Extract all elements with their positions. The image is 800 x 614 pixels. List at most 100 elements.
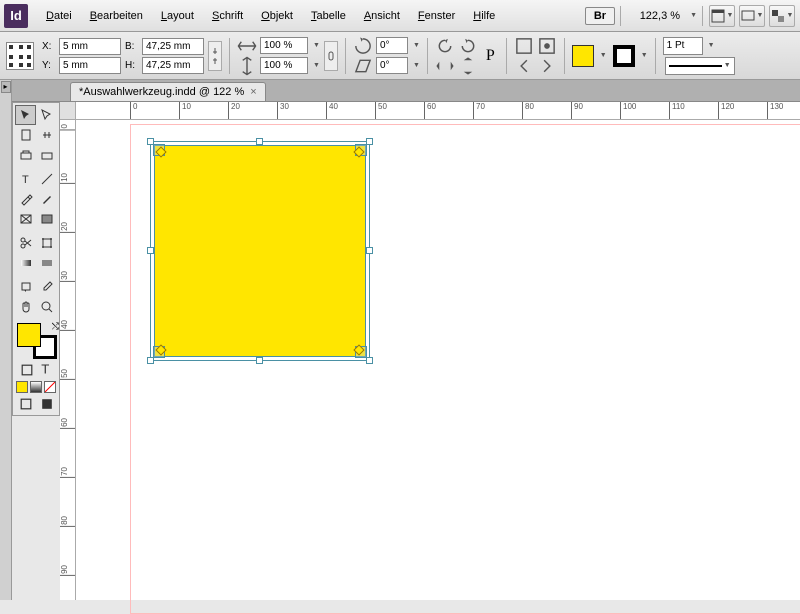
normal-view-icon[interactable] [19,397,33,411]
ruler-origin[interactable] [60,102,76,120]
shear-input[interactable] [376,57,408,74]
content-collector-tool[interactable] [15,145,36,165]
select-prev-icon[interactable] [514,57,534,75]
document-tab[interactable]: *Auswahlwerkzeug.indd @ 122 % × [70,82,266,101]
screen-mode-button[interactable]: ▼ [739,5,765,27]
scale-y-icon [237,57,257,75]
page-tool[interactable] [15,125,36,145]
zoom-dropdown-icon[interactable]: ▼ [690,12,697,19]
rect-tool[interactable] [36,209,57,229]
pen-tool[interactable] [15,189,36,209]
fill-stroke-proxy[interactable]: ⤭ [15,321,59,361]
hand-tool[interactable] [15,297,36,317]
selection-tool[interactable] [15,105,36,125]
x-label: X: [42,41,56,52]
zoom-level[interactable]: 122,3 % [626,8,686,24]
menu-tabelle[interactable]: Tabelle [303,6,354,26]
scissors-tool[interactable] [15,233,36,253]
ruler-tick: 0 [60,124,76,130]
stroke-swatch[interactable] [613,45,635,67]
gradient-swatch-tool[interactable] [15,253,36,273]
formatting-container-icon[interactable] [20,363,34,377]
gap-tool[interactable] [36,125,57,145]
menu-objekt[interactable]: Objekt [253,6,301,26]
rotate-icon [353,37,373,55]
scale-y-input[interactable] [260,57,308,74]
eyedropper-tool[interactable] [36,277,57,297]
menu-datei[interactable]: Datei [38,6,80,26]
rotate-cw-icon[interactable] [458,37,478,55]
selected-rectangle[interactable] [154,145,366,357]
svg-text:T: T [41,363,49,377]
apply-none-icon[interactable] [44,381,56,393]
fill-swatch[interactable] [572,45,594,67]
direct-selection-tool[interactable] [36,105,57,125]
expand-panels-icon[interactable]: ▸ [1,81,11,93]
menu-layout[interactable]: Layout [153,6,202,26]
line-tool[interactable] [36,169,57,189]
flip-v-icon[interactable] [458,57,478,75]
type-tool[interactable]: T [15,169,36,189]
pencil-tool[interactable] [36,189,57,209]
arrange-button[interactable]: ▼ [769,5,795,27]
shear-icon [353,57,373,75]
width-input[interactable] [142,38,204,55]
ruler-tick: 90 [60,565,76,576]
x-input[interactable] [59,38,121,55]
scale-x-input[interactable] [260,37,308,54]
ruler-tick: 10 [179,102,191,120]
select-next-icon[interactable] [537,57,557,75]
free-transform-tool[interactable] [36,233,57,253]
ruler-tick: 70 [60,467,76,478]
rotate-ccw-icon[interactable] [435,37,455,55]
y-label: Y: [42,60,56,71]
ruler-tick: 70 [473,102,485,120]
menu-hilfe[interactable]: Hilfe [465,6,503,26]
panel-dock: ▸ [0,80,12,600]
app-icon: Id [4,4,28,28]
constrain-scale-icon[interactable] [324,41,338,71]
ruler-tick: 100 [620,102,636,120]
tool-palette: T ⤭ T [12,102,60,416]
char-panel-icon[interactable]: P [486,47,495,65]
reference-point[interactable] [6,42,34,70]
stroke-dropdown-icon[interactable]: ▼ [641,52,648,59]
vertical-ruler[interactable]: 0102030405060708090 [60,120,76,600]
rotate-input[interactable] [376,37,408,54]
ruler-tick: 40 [326,102,338,120]
select-container-icon[interactable] [514,37,534,55]
bridge-button[interactable]: Br [585,7,615,25]
flip-h-icon[interactable] [435,57,455,75]
fill-dropdown-icon[interactable]: ▼ [600,52,607,59]
select-content-icon[interactable] [537,37,557,55]
horizontal-ruler[interactable]: 0102030405060708090100110120130140 [76,102,800,120]
swap-fill-stroke-icon[interactable]: ⤭ [52,321,59,332]
apply-gradient-icon[interactable] [30,381,42,393]
document-tab-bar: *Auswahlwerkzeug.indd @ 122 % × [0,80,800,102]
zoom-tool[interactable] [36,297,57,317]
content-placer-tool[interactable] [36,145,57,165]
note-tool[interactable] [15,277,36,297]
close-tab-icon[interactable]: × [250,86,256,98]
fill-proxy[interactable] [17,323,41,347]
menu-bearbeiten[interactable]: Bearbeiten [82,6,151,26]
constrain-wh-icon[interactable] [208,41,222,71]
scale-x-icon [237,37,257,55]
height-input[interactable] [142,57,204,74]
apply-color-icon[interactable] [16,381,28,393]
y-input[interactable] [59,57,121,74]
preview-view-icon[interactable] [40,397,54,411]
gradient-feather-tool[interactable] [36,253,57,273]
stroke-weight-input[interactable] [663,37,703,55]
menu-ansicht[interactable]: Ansicht [356,6,408,26]
canvas[interactable] [76,120,800,600]
menu-schrift[interactable]: Schrift [204,6,251,26]
menu-fenster[interactable]: Fenster [410,6,463,26]
view-mode-button[interactable]: ▼ [709,5,735,27]
rect-frame-tool[interactable] [15,209,36,229]
ruler-tick: 80 [522,102,534,120]
stroke-style-select[interactable]: ▼ [665,57,735,75]
ruler-tick: 80 [60,516,76,527]
ruler-tick: 40 [60,320,76,331]
formatting-text-icon[interactable]: T [39,363,53,377]
